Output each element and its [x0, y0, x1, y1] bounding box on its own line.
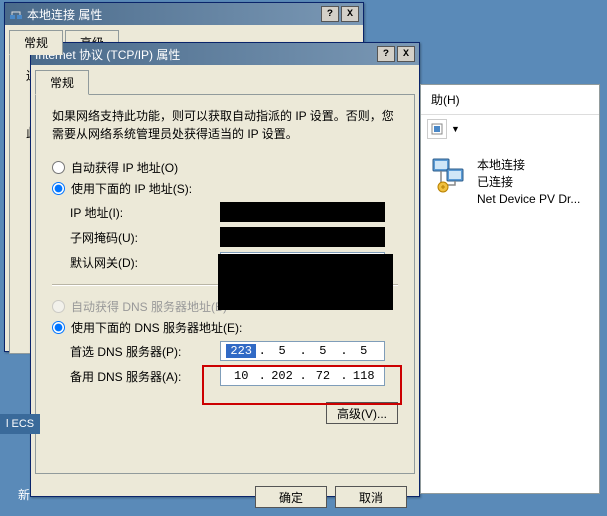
radio-manual-ip[interactable] — [52, 182, 65, 195]
connection-item[interactable]: 本地连接 已连接 Net Device PV Dr... — [431, 157, 589, 207]
label-ip: IP 地址(I): — [70, 204, 220, 221]
radio-auto-ip-row[interactable]: 自动获得 IP 地址(O) — [52, 159, 398, 176]
ip-address-input[interactable] — [220, 202, 385, 222]
radio-auto-ip[interactable] — [52, 161, 65, 174]
label-gateway: 默认网关(D): — [70, 254, 220, 271]
tab-general[interactable]: 常规 — [35, 70, 89, 95]
radio-manual-ip-row[interactable]: 使用下面的 IP 地址(S): — [52, 180, 398, 197]
radio-auto-ip-label[interactable]: 自动获得 IP 地址(O) — [71, 159, 178, 176]
tcpip-title: Internet 协议 (TCP/IP) 属性 — [35, 46, 377, 63]
help-menu-fragment[interactable]: 助(H) — [421, 85, 599, 115]
radio-manual-dns-row[interactable]: 使用下面的 DNS 服务器地址(E): — [52, 319, 398, 336]
toolbar-fragment: ▼ — [421, 115, 599, 143]
help-button[interactable]: ? — [321, 6, 339, 22]
radio-auto-dns — [52, 300, 65, 313]
redaction-block — [218, 254, 393, 310]
radio-manual-dns[interactable] — [52, 321, 65, 334]
parent-titlebar[interactable]: 本地连接 属性 ? X — [5, 3, 363, 25]
advanced-button[interactable]: 高级(V)... — [326, 402, 398, 424]
radio-manual-ip-label[interactable]: 使用下面的 IP 地址(S): — [71, 180, 192, 197]
radio-manual-dns-label[interactable]: 使用下面的 DNS 服务器地址(E): — [71, 319, 242, 336]
label-mask: 子网掩码(U): — [70, 229, 220, 246]
radio-auto-dns-label: 自动获得 DNS 服务器地址(B) — [71, 298, 227, 315]
tcpip-titlebar[interactable]: Internet 协议 (TCP/IP) 属性 ? X — [31, 43, 419, 65]
network-icon — [9, 7, 23, 21]
ok-button[interactable]: 确定 — [255, 486, 327, 508]
subnet-mask-input[interactable] — [220, 227, 385, 247]
label-dns2: 备用 DNS 服务器(A): — [70, 368, 220, 385]
cancel-button[interactable]: 取消 — [335, 486, 407, 508]
connection-icon — [431, 157, 469, 193]
toolbar-icon[interactable] — [427, 119, 447, 139]
ecs-fragment: l ECS — [0, 414, 40, 434]
toolbar-dropdown-icon[interactable]: ▼ — [451, 124, 460, 134]
dns1-input[interactable]: 223. 5. 5. 5 — [220, 341, 385, 361]
connection-device: Net Device PV Dr... — [477, 191, 580, 208]
close-button[interactable]: X — [397, 46, 415, 62]
description-text: 如果网络支持此功能，则可以获取自动指派的 IP 设置。否则，您需要从网络系统管理… — [52, 107, 398, 143]
connection-status: 已连接 — [477, 174, 580, 191]
label-dns1: 首选 DNS 服务器(P): — [70, 343, 220, 360]
tab-general-parent[interactable]: 常规 — [9, 30, 63, 55]
parent-title: 本地连接 属性 — [27, 6, 321, 23]
close-button[interactable]: X — [341, 6, 359, 22]
connections-panel: 助(H) ▼ 本地连接 已连接 Net Devic — [420, 84, 600, 494]
xin-fragment: 新 — [18, 486, 30, 503]
dns2-input[interactable]: 10. 202. 72. 118 — [220, 366, 385, 386]
connection-name: 本地连接 — [477, 157, 580, 174]
help-button[interactable]: ? — [377, 46, 395, 62]
